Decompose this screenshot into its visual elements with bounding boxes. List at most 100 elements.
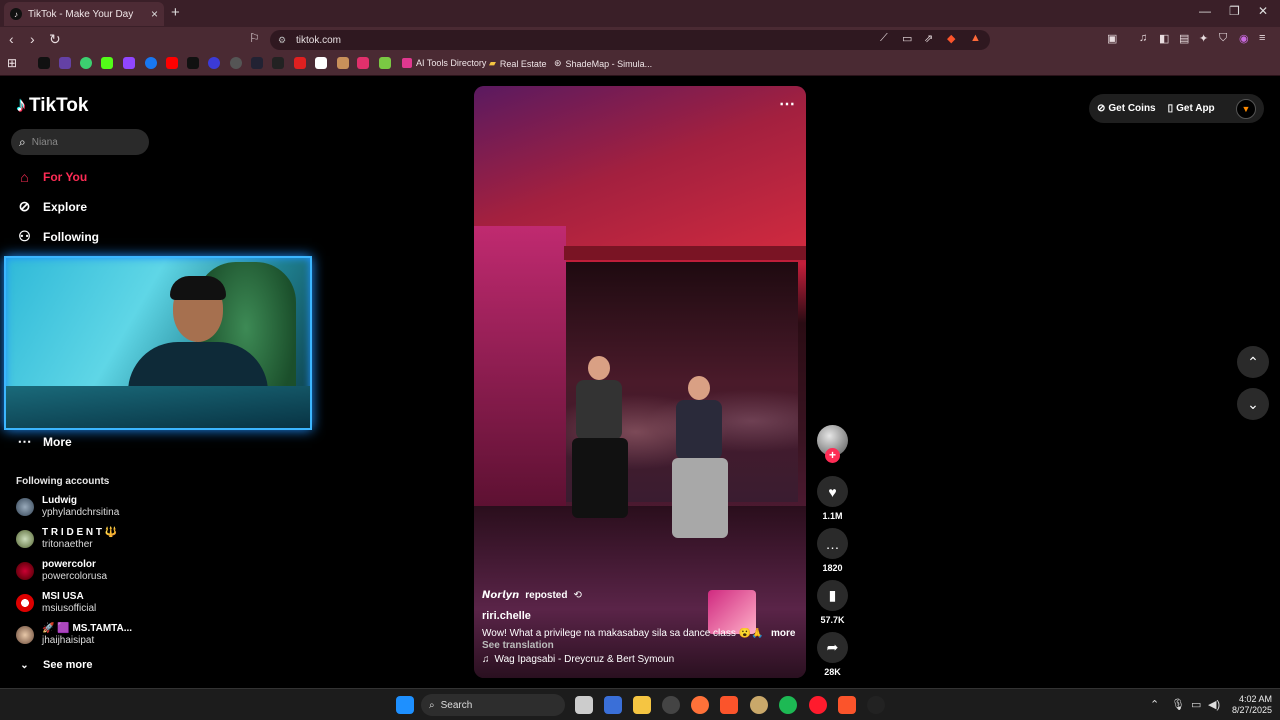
get-app-button[interactable]: ▯ Get App	[1168, 103, 1215, 114]
share-button[interactable]: ➦	[817, 632, 848, 663]
search-input[interactable]	[31, 136, 132, 148]
nav-more[interactable]: ⋯ More	[16, 433, 72, 450]
spotify-icon[interactable]	[779, 696, 797, 714]
speedometer-icon[interactable]	[662, 696, 680, 714]
microphone-icon[interactable]: 🎙	[1171, 698, 1185, 711]
search-box[interactable]: ⌕	[11, 129, 149, 155]
tiktok-logo[interactable]: ♪ TikTok	[16, 94, 88, 117]
bookmarks-bar: ⊞ AI Tools Directory ▰ Real Estate ⊛ Sha…	[0, 52, 1280, 76]
bookmark-icon-13[interactable]	[294, 57, 306, 69]
get-coins-button[interactable]: ⊘ Get Coins	[1097, 103, 1156, 114]
previous-video-button[interactable]: ⌃	[1237, 346, 1269, 378]
bookmark-icon-17[interactable]	[379, 57, 391, 69]
music-info[interactable]: ♫ Wag Ipagsabi - Dreycruz & Bert Symoun	[482, 654, 674, 665]
bookmark-real-estate[interactable]: ▰ Real Estate	[489, 58, 546, 69]
brave-active-icon[interactable]	[838, 696, 856, 714]
like-button[interactable]: ♥	[817, 476, 848, 507]
cast-icon[interactable]: ▭	[902, 32, 912, 45]
bookmark-icon-14[interactable]	[315, 57, 327, 69]
comment-button[interactable]: …	[817, 528, 848, 559]
close-window-icon[interactable]: ✕	[1258, 4, 1268, 18]
bookmark-youtube-icon[interactable]	[166, 57, 178, 69]
opera-icon[interactable]	[809, 696, 827, 714]
back-icon[interactable]: ‹	[9, 31, 14, 47]
new-tab-button[interactable]: +	[171, 4, 180, 21]
nav-label: Explore	[43, 199, 88, 214]
shademap-icon: ⊛	[554, 58, 562, 68]
nav-explore[interactable]: ⊘ Explore	[16, 198, 87, 215]
brave-rewards-icon[interactable]: ▲	[970, 32, 981, 44]
account-item[interactable]: 🚀 🟪 MS.TAMTA... jhaijhaisipat	[16, 621, 156, 649]
network-icon[interactable]: ▭	[1191, 698, 1201, 711]
restore-icon[interactable]: ❐	[1229, 4, 1240, 18]
bookmark-x-icon[interactable]	[272, 57, 284, 69]
video-options-icon[interactable]: ⋯	[779, 94, 796, 114]
vpn-icon[interactable]: ⛉	[1219, 32, 1227, 45]
bookmark-icon-11[interactable]	[251, 57, 263, 69]
bookmark-icon[interactable]: ⚐	[249, 31, 260, 45]
brave-shield-icon[interactable]: ◆	[947, 32, 955, 45]
app-icon-3[interactable]	[867, 696, 885, 714]
leo-ai-icon[interactable]: ✦	[1199, 32, 1208, 45]
brave-icon[interactable]	[720, 696, 738, 714]
heart-icon: ♥	[828, 483, 837, 500]
bookmark-tiktok-icon[interactable]	[38, 57, 50, 69]
account-handle: yphylandchrsitina	[42, 507, 120, 518]
account-item[interactable]: T R I D E N T 🔱 tritonaether	[16, 525, 156, 553]
account-item[interactable]: Ludwig yphylandchrsitina	[16, 493, 156, 521]
bookmark-icon-9[interactable]	[208, 57, 220, 69]
bookmark-tiktok-2-icon[interactable]	[187, 57, 199, 69]
bookmark-twitch-icon[interactable]	[123, 57, 135, 69]
share-icon[interactable]: ⇗	[924, 32, 933, 45]
account-name: powercolor	[42, 559, 96, 570]
split-view-icon[interactable]: ◧	[1159, 32, 1169, 45]
apps-grid-icon[interactable]: ⊞	[7, 56, 17, 70]
extension-icon[interactable]: ◉	[1239, 32, 1249, 45]
caption-more-button[interactable]: more	[771, 628, 795, 639]
bookmark-shademap[interactable]: ⊛ ShadeMap - Simula...	[554, 58, 652, 69]
tray-chevron-icon[interactable]: ⌃	[1150, 698, 1159, 711]
file-explorer-icon[interactable]	[633, 696, 651, 714]
site-info-icon[interactable]: ⚙	[278, 35, 286, 46]
profile-avatar[interactable]: ▼	[1236, 98, 1256, 119]
bookmark-play-icon[interactable]	[80, 57, 92, 69]
menu-icon[interactable]: ≡	[1259, 32, 1265, 44]
volume-icon[interactable]: ◀)	[1208, 698, 1220, 711]
compass-icon: ⊘	[18, 198, 31, 214]
bookmark-icon-10[interactable]	[230, 57, 242, 69]
wallet-icon[interactable]: ▤	[1179, 32, 1189, 45]
next-video-button[interactable]: ⌄	[1237, 388, 1269, 420]
following-users-icon: ⚇	[18, 228, 31, 244]
sidebar-panel-icon[interactable]: ▣	[1107, 32, 1117, 45]
nav-for-you[interactable]: ⌂ For You	[16, 169, 87, 185]
see-translation-button[interactable]: See translation	[482, 640, 554, 651]
app-icon-2[interactable]	[750, 696, 768, 714]
browser-tab[interactable]: ♪ TikTok - Make Your Day ×	[4, 2, 164, 26]
translate-icon[interactable]: ⟋	[880, 32, 888, 45]
bookmark-instagram-icon[interactable]	[357, 57, 369, 69]
account-item[interactable]: MSI USA msiusofficial	[16, 589, 156, 617]
video-author[interactable]: riri.chelle	[482, 610, 531, 622]
follow-plus-icon[interactable]: +	[825, 448, 840, 463]
bookmark-kick-icon[interactable]	[101, 57, 113, 69]
bookmark-facebook-icon[interactable]	[145, 57, 157, 69]
forward-icon[interactable]: ›	[30, 31, 35, 47]
see-more-button[interactable]: ⌄ See more	[16, 659, 92, 671]
task-view-icon[interactable]	[575, 696, 593, 714]
bookmark-ai-tools[interactable]: AI Tools Directory	[402, 58, 486, 68]
save-button[interactable]: ▮	[817, 580, 848, 611]
app-icon[interactable]	[604, 696, 622, 714]
nav-following[interactable]: ⚇ Following	[16, 228, 99, 245]
repost-info[interactable]: 𝙉𝙤𝙧𝙡𝙮𝙣 reposted ⟲	[482, 590, 582, 601]
firefox-icon[interactable]	[691, 696, 709, 714]
taskbar-clock[interactable]: 4:02 AM 8/27/2025	[1226, 694, 1272, 716]
account-item[interactable]: powercolor powercolorusa	[16, 557, 156, 585]
minimize-icon[interactable]: —	[1199, 4, 1211, 18]
taskbar-search[interactable]: ⌕ Search	[421, 694, 565, 716]
close-tab-icon[interactable]: ×	[151, 7, 158, 21]
bookmark-icon-15[interactable]	[337, 57, 349, 69]
windows-start-icon[interactable]	[396, 696, 414, 714]
reload-icon[interactable]: ↻	[49, 31, 61, 48]
bookmark-icon-2[interactable]	[59, 57, 71, 69]
music-icon[interactable]: ♫	[1139, 32, 1147, 44]
